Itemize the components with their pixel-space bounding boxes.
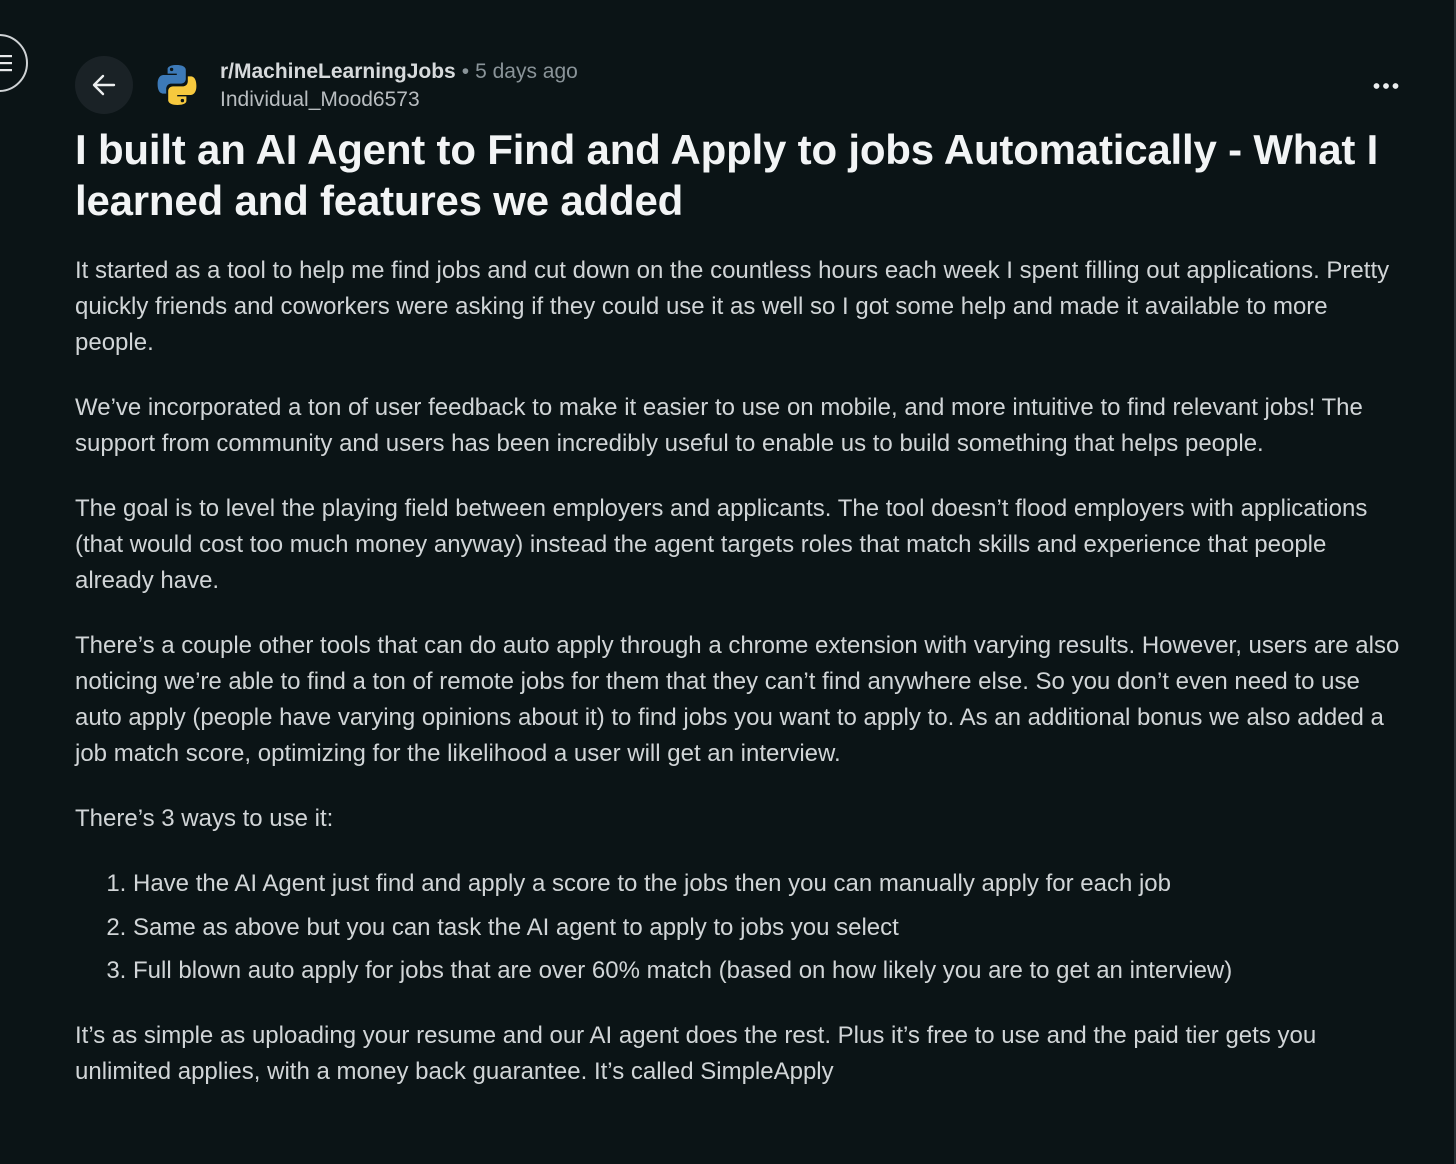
meta-separator: •	[461, 60, 470, 83]
post-paragraph: The goal is to level the playing field b…	[75, 495, 1368, 594]
post-title: I built an AI Agent to Find and Apply to…	[75, 126, 1379, 224]
list-item: Have the AI Agent just find and apply a …	[133, 866, 1407, 902]
post-paragraph: We’ve incorporated a ton of user feedbac…	[75, 394, 1363, 457]
subreddit-avatar[interactable]	[152, 60, 202, 110]
post-paragraph: There’s a couple other tools that can do…	[75, 632, 1400, 767]
subreddit-link[interactable]: r/MachineLearningJobs	[220, 60, 456, 83]
post-paragraph: There’s 3 ways to use it:	[75, 805, 334, 832]
more-horizontal-icon	[1373, 83, 1399, 89]
post-time: 5 days ago	[475, 60, 578, 83]
arrow-left-icon	[92, 74, 116, 96]
python-logo-icon	[157, 65, 197, 105]
more-options-button[interactable]	[1362, 66, 1410, 106]
post-paragraph: It started as a tool to help me find job…	[75, 257, 1390, 356]
back-button[interactable]	[75, 56, 133, 114]
post-paragraph-closing: It’s as simple as uploading your resume …	[75, 1022, 1317, 1085]
usage-list: Have the AI Agent just find and apply a …	[75, 866, 1407, 989]
post-meta: r/MachineLearningJobs • 5 days ago Individ…	[220, 58, 578, 114]
list-item: Same as above but you can task the AI ag…	[133, 910, 1407, 946]
author-link[interactable]: Individual_Mood6573	[220, 86, 578, 114]
menu-icon	[0, 55, 12, 72]
post-body: It started as a tool to help me find job…	[75, 253, 1407, 1119]
post-meta-line: r/MachineLearningJobs • 5 days ago	[220, 58, 578, 86]
list-item: Full blown auto apply for jobs that are …	[133, 953, 1407, 989]
